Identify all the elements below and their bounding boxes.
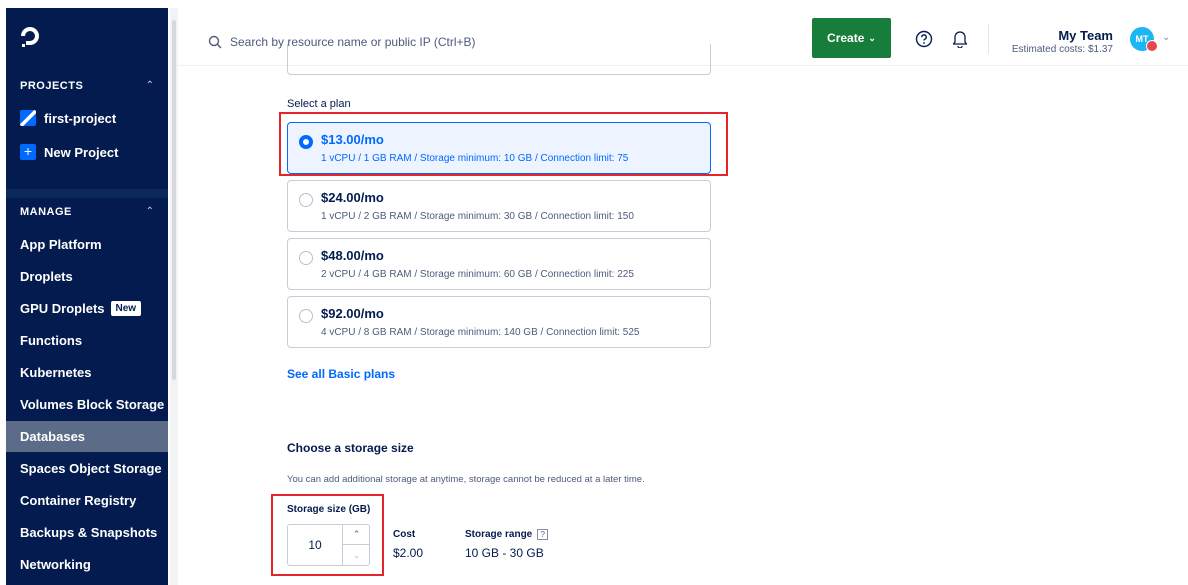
select-plan-label: Select a plan (287, 98, 351, 110)
account-chevron-down-icon[interactable]: ⌄ (1162, 32, 1170, 43)
sidebar-divider (6, 189, 168, 198)
sidebar-item-networking[interactable]: Networking (6, 549, 168, 580)
sidebar: PROJECTS ⌃ first-project + New Project M… (6, 8, 168, 585)
nav-label: Spaces Object Storage (20, 461, 162, 476)
storage-help-text: You can add additional storage at anytim… (287, 474, 645, 485)
nav-label: GPU Droplets (20, 301, 105, 316)
nav-label: Backups & Snapshots (20, 525, 158, 540)
topbar-separator (988, 24, 989, 54)
digitalocean-logo-icon[interactable] (18, 24, 42, 48)
collapse-manage-icon[interactable]: ⌃ (146, 206, 154, 217)
storage-range-value: 10 GB - 30 GB (465, 546, 544, 560)
plan-radio[interactable] (299, 309, 313, 323)
plan-highlight-box (279, 112, 728, 176)
plan-price: $92.00/mo (321, 306, 384, 321)
plus-icon: + (20, 144, 36, 160)
previous-field[interactable] (287, 44, 711, 75)
help-square-icon[interactable]: ? (537, 529, 549, 540)
plan-option-24[interactable]: $24.00/mo 1 vCPU / 2 GB RAM / Storage mi… (287, 180, 711, 232)
project-item-first-project[interactable]: first-project (20, 110, 116, 126)
sidebar-item-kubernetes[interactable]: Kubernetes (6, 357, 168, 388)
nav-label: Kubernetes (20, 365, 92, 380)
cost-value: $2.00 (393, 546, 424, 560)
project-color-icon (20, 110, 36, 126)
search-icon (208, 35, 222, 49)
plan-price: $48.00/mo (321, 248, 384, 263)
see-all-plans-link[interactable]: See all Basic plans (287, 367, 395, 381)
plan-price: $24.00/mo (321, 190, 384, 205)
storage-size-title: Choose a storage size (287, 441, 414, 455)
nav-label: Networking (20, 557, 91, 572)
sidebar-item-gpu-droplets[interactable]: GPU Droplets New (6, 293, 168, 324)
avatar-status-icon (1146, 40, 1158, 52)
storage-range-label-wrap: Storage range? (465, 529, 549, 541)
storage-highlight-box (271, 494, 384, 576)
nav-label: App Platform (20, 237, 102, 252)
chevron-down-icon: ⌄ (868, 32, 876, 43)
sidebar-item-functions[interactable]: Functions (6, 325, 168, 356)
plan-radio[interactable] (299, 251, 313, 265)
sidebar-item-spaces[interactable]: Spaces Object Storage (6, 453, 168, 484)
sidebar-item-app-platform[interactable]: App Platform (6, 229, 168, 260)
plan-description: 4 vCPU / 8 GB RAM / Storage minimum: 140… (321, 327, 640, 338)
new-project-button[interactable]: + New Project (20, 144, 118, 160)
plan-option-92[interactable]: $92.00/mo 4 vCPU / 8 GB RAM / Storage mi… (287, 296, 711, 348)
sidebar-item-backups[interactable]: Backups & Snapshots (6, 517, 168, 548)
projects-header: PROJECTS (20, 80, 84, 92)
help-circle-icon[interactable] (915, 30, 933, 48)
plan-option-48[interactable]: $48.00/mo 2 vCPU / 4 GB RAM / Storage mi… (287, 238, 711, 290)
sidebar-scrollbar-thumb[interactable] (172, 20, 176, 380)
bell-icon[interactable] (951, 29, 969, 48)
create-label: Create (827, 31, 865, 45)
plan-description: 2 vCPU / 4 GB RAM / Storage minimum: 60 … (321, 269, 634, 280)
storage-range-label: Storage range (465, 529, 533, 541)
new-project-label: New Project (44, 144, 119, 160)
sidebar-item-container-registry[interactable]: Container Registry (6, 485, 168, 516)
plan-description: 1 vCPU / 2 GB RAM / Storage minimum: 30 … (321, 211, 634, 222)
manage-header: MANAGE (20, 206, 72, 218)
create-button[interactable]: Create ⌄ (812, 18, 891, 58)
sidebar-item-droplets[interactable]: Droplets (6, 261, 168, 292)
sidebar-item-databases[interactable]: Databases (6, 421, 168, 452)
new-badge: New (110, 301, 142, 316)
sidebar-item-volumes[interactable]: Volumes Block Storage (6, 389, 168, 420)
estimated-costs: Estimated costs: $1.37 (1011, 44, 1113, 55)
nav-label: Databases (20, 429, 86, 444)
nav-label: Container Registry (20, 493, 137, 508)
plan-radio[interactable] (299, 193, 313, 207)
team-name[interactable]: My Team (1058, 28, 1113, 43)
collapse-projects-icon[interactable]: ⌃ (146, 80, 154, 91)
project-label: first-project (44, 110, 117, 126)
nav-label: Droplets (20, 269, 73, 284)
cost-label: Cost (393, 529, 416, 540)
nav-label: Volumes Block Storage (20, 397, 165, 412)
nav-label: Functions (20, 333, 83, 348)
